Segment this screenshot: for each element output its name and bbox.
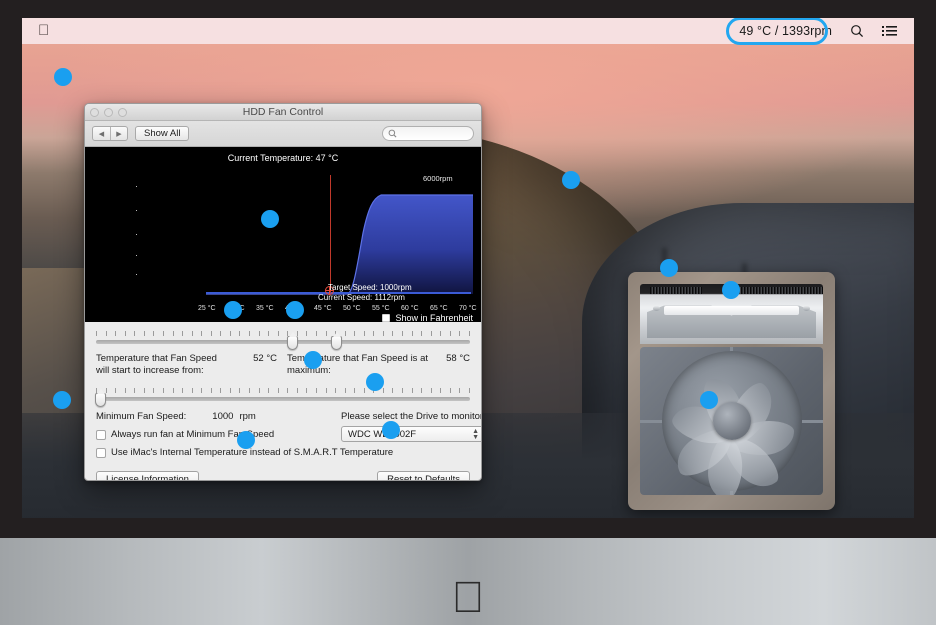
controls-panel: Temperature that Fan Speed will start to… bbox=[85, 322, 481, 480]
dot-fan-vent bbox=[660, 259, 678, 277]
minimum-fan-speed-slider[interactable] bbox=[95, 388, 470, 408]
x-tick-label: 55 °C bbox=[372, 305, 390, 312]
lower-controls-section: Minimum Fan Speed: 1000 rpm Please selec… bbox=[96, 411, 481, 480]
fan-hub bbox=[712, 402, 751, 440]
dot-license-area bbox=[237, 431, 255, 449]
dot-chart-curve bbox=[261, 210, 279, 228]
buttons-spacer bbox=[199, 471, 377, 480]
current-temperature-line bbox=[330, 175, 331, 293]
fan-bracket-highlight bbox=[664, 306, 799, 315]
use-internal-temp-checkbox[interactable]: Use iMac's Internal Temperature instead … bbox=[96, 447, 470, 458]
max-temp-value: 58 °C bbox=[446, 353, 470, 364]
desktop-screen:  49 °C / 1393rpm bbox=[22, 18, 914, 518]
x-tick-label: 45 °C bbox=[314, 305, 332, 312]
chevron-updown-icon: ▲ ▼ bbox=[472, 428, 479, 441]
slider-track[interactable] bbox=[96, 397, 470, 401]
start-temp-label: Temperature that Fan Speed will start to… bbox=[96, 353, 245, 377]
status-badge-temperature[interactable]: 49 °C / 1393rpm bbox=[726, 18, 841, 45]
hdd-fan-device-icon bbox=[628, 272, 835, 510]
reset-to-defaults-button[interactable]: Reset to Defaults bbox=[377, 471, 470, 480]
menu-bar:  49 °C / 1393rpm bbox=[22, 18, 914, 45]
status-badge-label: 49 °C / 1393rpm bbox=[739, 24, 832, 38]
forward-button[interactable]: ▶ bbox=[110, 127, 127, 140]
dot-slider-start bbox=[224, 301, 242, 319]
search-icon bbox=[388, 129, 397, 138]
dot-window-corner bbox=[54, 68, 72, 86]
x-tick-label: 65 °C bbox=[430, 305, 448, 312]
start-temp-label-line1: Temperature that Fan Speed bbox=[96, 353, 217, 364]
min-fan-speed-unit: rpm bbox=[239, 411, 256, 422]
checkbox-box[interactable] bbox=[382, 314, 391, 322]
drive-select-dropdown[interactable]: WDC WD2002F ▲▼ bbox=[341, 426, 481, 442]
x-tick-label: 70 °C bbox=[459, 305, 477, 312]
dot-desktop-wallpaper bbox=[562, 171, 580, 189]
buttons-row: License Information Reset to Defaults bbox=[96, 471, 470, 480]
slider-track[interactable] bbox=[96, 340, 470, 344]
x-tick-label: 50 °C bbox=[343, 305, 361, 312]
fan-screw-right bbox=[803, 306, 810, 311]
x-tick-label: 60 °C bbox=[401, 305, 419, 312]
fan-curve-chart: Current Temperature: 47 °C 6000rpm 5000r… bbox=[85, 147, 481, 322]
apple-menu-icon[interactable]:  bbox=[38, 22, 49, 39]
fan-vent-right bbox=[726, 287, 823, 294]
checkbox-label: Use iMac's Internal Temperature instead … bbox=[111, 447, 394, 458]
curve-fill bbox=[347, 195, 473, 294]
slider-ticks bbox=[96, 388, 470, 393]
start-temp-label-line2: will start to increase from: bbox=[96, 365, 204, 376]
back-button[interactable]: ◀ bbox=[93, 127, 110, 140]
fan-curve-plot bbox=[206, 194, 473, 295]
hdd-fan-control-window: HDD Fan Control ◀ ▶ Show All Current Tem… bbox=[84, 103, 482, 481]
x-tick-label: 25 °C bbox=[198, 305, 216, 312]
dot-min-fan-slider bbox=[304, 351, 322, 369]
checkbox-box[interactable] bbox=[96, 447, 106, 458]
search-icon[interactable] bbox=[850, 24, 864, 38]
temperature-labels-row: Temperature that Fan Speed will start to… bbox=[96, 353, 470, 377]
x-tick-label: 35 °C bbox=[256, 305, 274, 312]
dot-fan-hub bbox=[700, 391, 718, 409]
slider-knob-max-temp[interactable] bbox=[331, 332, 342, 350]
dot-drive-select bbox=[366, 373, 384, 391]
min-fan-speed-value: 1000 bbox=[212, 411, 234, 422]
min-fan-speed-label: Minimum Fan Speed: bbox=[96, 411, 187, 422]
dot-fan-bracket bbox=[722, 281, 740, 299]
dot-slider-between bbox=[286, 301, 304, 319]
dot-always-min-checkbox bbox=[53, 391, 71, 409]
window-titlebar[interactable]: HDD Fan Control bbox=[85, 104, 481, 121]
start-temp-value: 52 °C bbox=[253, 353, 277, 364]
window-title: HDD Fan Control bbox=[242, 106, 324, 118]
slider-knob-min-fan-speed[interactable] bbox=[95, 389, 106, 407]
slider-knob-start-temp[interactable] bbox=[287, 332, 298, 350]
search-input[interactable] bbox=[382, 126, 474, 141]
nav-segmented-control[interactable]: ◀ ▶ bbox=[92, 126, 128, 141]
show-fahrenheit-checkbox[interactable]: Show in Fahrenheit bbox=[382, 313, 473, 322]
dot-reset-defaults bbox=[382, 421, 400, 439]
fan-body bbox=[640, 347, 823, 495]
checkbox-label: Show in Fahrenheit bbox=[395, 313, 473, 322]
fan-screw-left bbox=[653, 306, 660, 311]
window-toolbar: ◀ ▶ Show All bbox=[85, 121, 481, 147]
license-information-button[interactable]: License Information bbox=[96, 471, 199, 480]
fan-vent-left bbox=[650, 287, 702, 294]
temperature-range-slider[interactable] bbox=[96, 331, 470, 351]
slider-ticks bbox=[96, 331, 470, 336]
target-speed-label: Target Speed: 1000rpm bbox=[328, 283, 412, 292]
drive-prompt-label: Please select the Drive to monitor bbox=[341, 411, 482, 422]
checkbox-box[interactable] bbox=[96, 429, 106, 440]
current-speed-label: Current Speed: 1112rpm bbox=[318, 293, 405, 302]
show-all-button[interactable]: Show All bbox=[135, 126, 190, 141]
apple-logo-icon:  bbox=[452, 576, 485, 620]
drive-selection-group: Please select the Drive to monitor WDC W… bbox=[341, 411, 482, 442]
notification-center-icon[interactable] bbox=[882, 25, 897, 37]
